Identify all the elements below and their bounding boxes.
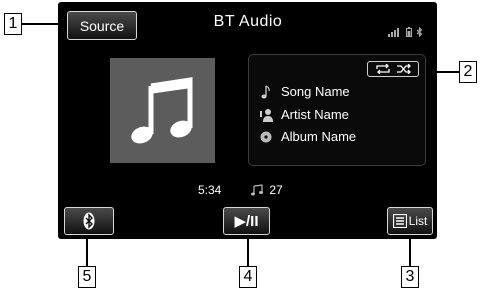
screen-title: BT Audio (213, 13, 283, 30)
music-note-icon (131, 77, 193, 144)
album-name: Album Name (281, 129, 357, 144)
repeat-icon (375, 64, 390, 74)
play-pause-button[interactable]: ▶/II (223, 207, 270, 235)
bluetooth-status-icon (416, 24, 423, 42)
callout-2: 2 (459, 61, 477, 83)
battery-icon (406, 24, 412, 42)
playback-status: 5:34 27 (198, 183, 283, 197)
track-note-icon (251, 184, 264, 196)
bluetooth-button[interactable] (64, 207, 114, 235)
status-indicators (388, 24, 423, 42)
album-art (110, 58, 215, 163)
list-icon (392, 214, 407, 228)
callout-5: 5 (78, 266, 96, 288)
song-note-icon (259, 84, 273, 99)
signal-icon (388, 24, 402, 42)
callout-3: 3 (401, 266, 419, 288)
track-number-group: 27 (251, 183, 283, 197)
artist-name: Artist Name (281, 107, 349, 122)
callout-1: 1 (4, 13, 22, 35)
artist-row: Artist Name (259, 107, 349, 122)
source-button[interactable]: Source (67, 11, 137, 40)
callout-5-leader (86, 237, 88, 266)
track-number: 27 (269, 183, 283, 197)
track-info-panel: Song Name Artist Name Album Name (248, 54, 426, 166)
list-button[interactable]: List (387, 207, 433, 235)
list-label: List (408, 214, 428, 228)
callout-4-leader (247, 237, 249, 266)
song-name: Song Name (281, 84, 350, 99)
callout-3-leader (409, 237, 411, 266)
repeat-shuffle-button[interactable] (367, 61, 419, 77)
callout-4: 4 (239, 266, 257, 288)
song-row: Song Name (259, 84, 350, 99)
shuffle-icon (396, 64, 411, 74)
audio-screen: Source BT Audio Song Name Artist Name Al… (58, 2, 437, 239)
artist-icon (259, 108, 273, 122)
album-disc-icon (259, 130, 273, 144)
album-row: Album Name (259, 129, 356, 144)
elapsed-time: 5:34 (198, 183, 222, 197)
bluetooth-icon (83, 212, 95, 230)
